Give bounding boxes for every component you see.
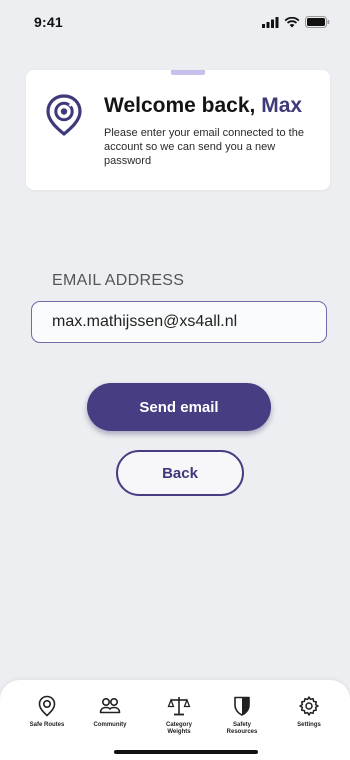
status-icons: [262, 16, 330, 28]
shield-icon: [234, 696, 250, 716]
card-accent-tab: [171, 70, 205, 75]
signal-icon: [262, 16, 279, 28]
tab-safe-routes[interactable]: Safe Routes: [17, 694, 77, 729]
people-icon: [99, 698, 121, 714]
wifi-icon: [284, 16, 300, 27]
scales-icon: [167, 697, 191, 716]
gear-icon: [299, 696, 319, 716]
back-button[interactable]: Back: [116, 450, 244, 496]
bottom-tab-bar: Safe Routes Community Category Weights S…: [0, 680, 350, 760]
tab-safety-resources[interactable]: Safety Resources: [212, 694, 272, 736]
status-time: 9:41: [34, 14, 63, 30]
user-name: Max: [261, 94, 303, 117]
app-logo-icon: [46, 94, 82, 136]
tab-label-community: Community: [93, 722, 127, 728]
welcome-greeting: Welcome back,: [104, 94, 256, 117]
email-label: EMAIL ADDRESS: [52, 272, 185, 289]
tab-label-safe-routes: Safe Routes: [29, 722, 65, 728]
tab-label-safety-resources: Safety Resources: [226, 722, 258, 735]
welcome-message: Please enter your email connected to the…: [104, 127, 304, 167]
location-pin-icon: [38, 695, 56, 717]
home-indicator[interactable]: [114, 750, 258, 754]
tab-community[interactable]: Community: [80, 694, 140, 729]
status-bar: 9:41: [0, 0, 350, 44]
tab-label-category-weights: Category Weights: [165, 722, 192, 735]
welcome-title: Welcome back, Max: [104, 94, 324, 118]
welcome-card: Welcome back, Max Please enter your emai…: [26, 70, 330, 190]
tab-settings[interactable]: Settings: [279, 694, 339, 729]
tab-category-weights[interactable]: Category Weights: [149, 694, 209, 736]
email-field[interactable]: [31, 301, 327, 343]
send-email-button[interactable]: Send email: [87, 383, 271, 431]
battery-icon: [305, 16, 330, 28]
tab-label-settings: Settings: [297, 722, 321, 728]
